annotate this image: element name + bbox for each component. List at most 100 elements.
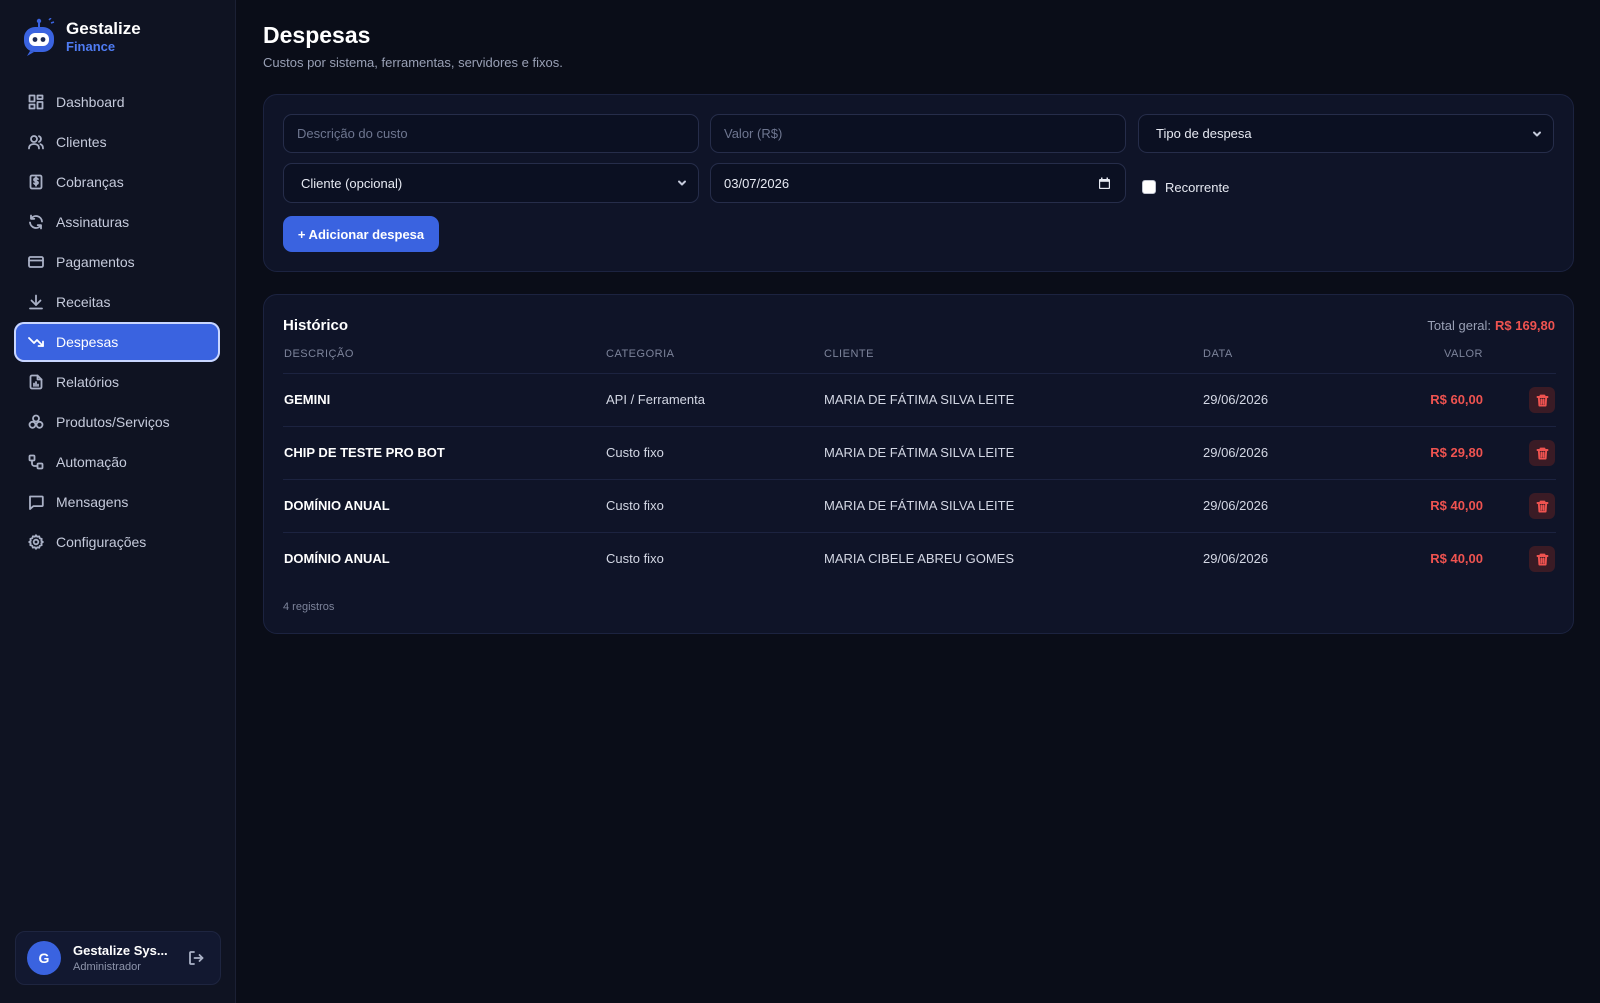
invoice-dollar-icon [29, 174, 43, 190]
sidebar-item-assinaturas[interactable]: Assinaturas [14, 202, 220, 242]
total-value: R$ 169,80 [1495, 318, 1555, 333]
table-row: DOMÍNIO ANUAL Custo fixo MARIA CIBELE AB… [283, 532, 1556, 585]
expense-type-select[interactable]: Tipo de despesa [1138, 114, 1554, 153]
delete-button[interactable] [1529, 440, 1555, 466]
expense-table: GEMINI API / Ferramenta MARIA DE FÁTIMA … [283, 373, 1556, 585]
sidebar-item-relatorios[interactable]: Relatórios [14, 362, 220, 402]
trash-icon [1536, 447, 1548, 460]
sidebar-item-dashboard[interactable]: Dashboard [14, 82, 220, 122]
total-summary: Total geral: R$ 169,80 [1427, 318, 1555, 333]
chevron-down-icon [678, 180, 686, 186]
sidebar-item-label: Pagamentos [56, 254, 135, 270]
cell-description: CHIP DE TESTE PRO BOT [284, 445, 445, 460]
column-header-category: CATEGORIA [606, 348, 675, 360]
column-header-client: CLIENTE [824, 348, 874, 360]
recurring-label: Recorrente [1165, 179, 1230, 195]
sidebar-nav: Dashboard Clientes Cobranças Assinaturas… [14, 82, 220, 562]
delete-button[interactable] [1529, 493, 1555, 519]
cell-value: R$ 60,00 [1430, 392, 1483, 407]
refresh-icon [29, 214, 43, 230]
sidebar-item-clientes[interactable]: Clientes [14, 122, 220, 162]
total-label: Total geral: [1427, 318, 1491, 333]
message-icon [29, 495, 44, 510]
sidebar-item-label: Clientes [56, 134, 107, 150]
sidebar-item-label: Cobranças [56, 174, 124, 190]
cell-date: 29/06/2026 [1203, 445, 1269, 460]
cell-date: 29/06/2026 [1203, 551, 1269, 566]
cell-value: R$ 29,80 [1430, 445, 1483, 460]
date-value: 03/07/2026 [724, 175, 790, 191]
sidebar-item-cobrancas[interactable]: Cobranças [14, 162, 220, 202]
sidebar-item-label: Mensagens [56, 494, 129, 510]
sidebar-item-receitas[interactable]: Receitas [14, 282, 220, 322]
record-count: 4 registros [283, 601, 335, 613]
cell-date: 29/06/2026 [1203, 498, 1269, 513]
calendar-icon[interactable] [1098, 177, 1111, 190]
cell-description: DOMÍNIO ANUAL [284, 551, 390, 566]
logout-icon[interactable] [187, 949, 205, 967]
user-role: Administrador [73, 961, 141, 973]
sidebar-item-label: Relatórios [56, 374, 120, 390]
brand-subtitle: Finance [66, 39, 116, 54]
delete-button[interactable] [1529, 546, 1555, 572]
delete-button[interactable] [1529, 387, 1555, 413]
sidebar-item-label: Automação [56, 454, 127, 470]
trash-icon [1536, 500, 1548, 513]
sidebar-item-configuracoes[interactable]: Configurações [14, 522, 220, 562]
avatar: G [27, 941, 61, 975]
cell-client: MARIA CIBELE ABREU GOMES [824, 551, 1014, 566]
sidebar-item-label: Assinaturas [56, 214, 130, 230]
boxes-icon [28, 414, 44, 429]
cell-client: MARIA DE FÁTIMA SILVA LEITE [824, 392, 1015, 407]
credit-card-icon [28, 256, 44, 268]
description-input[interactable] [283, 114, 699, 153]
sidebar-item-automacao[interactable]: Automação [14, 442, 220, 482]
recurring-toggle[interactable]: Recorrente [1142, 177, 1229, 197]
cell-category: Custo fixo [606, 445, 664, 460]
date-input[interactable]: 03/07/2026 [710, 163, 1126, 203]
chevron-down-icon [1533, 131, 1541, 136]
client-select-value: Cliente (opcional) [301, 175, 403, 191]
cell-date: 29/06/2026 [1203, 392, 1269, 407]
page-subtitle: Custos por sistema, ferramentas, servido… [263, 55, 563, 70]
workflow-icon [28, 454, 44, 470]
value-input[interactable] [710, 114, 1126, 153]
table-row: DOMÍNIO ANUAL Custo fixo MARIA DE FÁTIMA… [283, 479, 1556, 532]
cell-category: Custo fixo [606, 498, 664, 513]
history-panel: Histórico Total geral: R$ 169,80 DESCRIÇÃ… [263, 294, 1574, 634]
expense-type-value: Tipo de despesa [1156, 126, 1252, 141]
sidebar-item-produtos-servicos[interactable]: Produtos/Serviços [14, 402, 220, 442]
trending-down-icon [28, 337, 44, 347]
report-icon [29, 374, 43, 390]
table-row: CHIP DE TESTE PRO BOT Custo fixo MARIA D… [283, 426, 1556, 479]
sidebar-item-label: Produtos/Serviços [56, 414, 170, 430]
brand[interactable]: Gestalize Finance [22, 18, 141, 56]
cell-client: MARIA DE FÁTIMA SILVA LEITE [824, 445, 1015, 460]
recurring-checkbox[interactable] [1142, 180, 1156, 194]
sidebar: Gestalize Finance Dashboard Clientes Cob… [0, 0, 236, 1003]
table-row: GEMINI API / Ferramenta MARIA DE FÁTIMA … [283, 373, 1556, 426]
brand-name: Gestalize [66, 19, 141, 38]
sidebar-item-label: Configurações [56, 534, 147, 550]
users-icon [28, 135, 44, 150]
column-header-date: DATA [1203, 348, 1233, 360]
page-title: Despesas [263, 22, 371, 48]
robot-icon [24, 18, 55, 56]
sidebar-item-label: Receitas [56, 294, 111, 310]
download-icon [29, 294, 43, 310]
user-name: Gestalize Sys... [73, 943, 168, 958]
client-select[interactable]: Cliente (opcional) [283, 163, 699, 203]
sidebar-item-pagamentos[interactable]: Pagamentos [14, 242, 220, 282]
expense-form: Tipo de despesa Cliente (opcional) 03/07… [263, 94, 1574, 272]
cell-category: Custo fixo [606, 551, 664, 566]
cell-category: API / Ferramenta [606, 392, 705, 407]
history-title: Histórico [283, 317, 349, 334]
cell-description: GEMINI [284, 392, 331, 407]
sidebar-item-despesas[interactable]: Despesas [14, 322, 220, 362]
trash-icon [1536, 553, 1548, 566]
sidebar-item-mensagens[interactable]: Mensagens [14, 482, 220, 522]
add-expense-button[interactable]: + Adicionar despesa [283, 216, 439, 252]
dashboard-icon [28, 94, 44, 110]
user-card: G Gestalize Sys... Administrador [15, 931, 221, 985]
column-header-value: VALOR [1444, 348, 1483, 360]
